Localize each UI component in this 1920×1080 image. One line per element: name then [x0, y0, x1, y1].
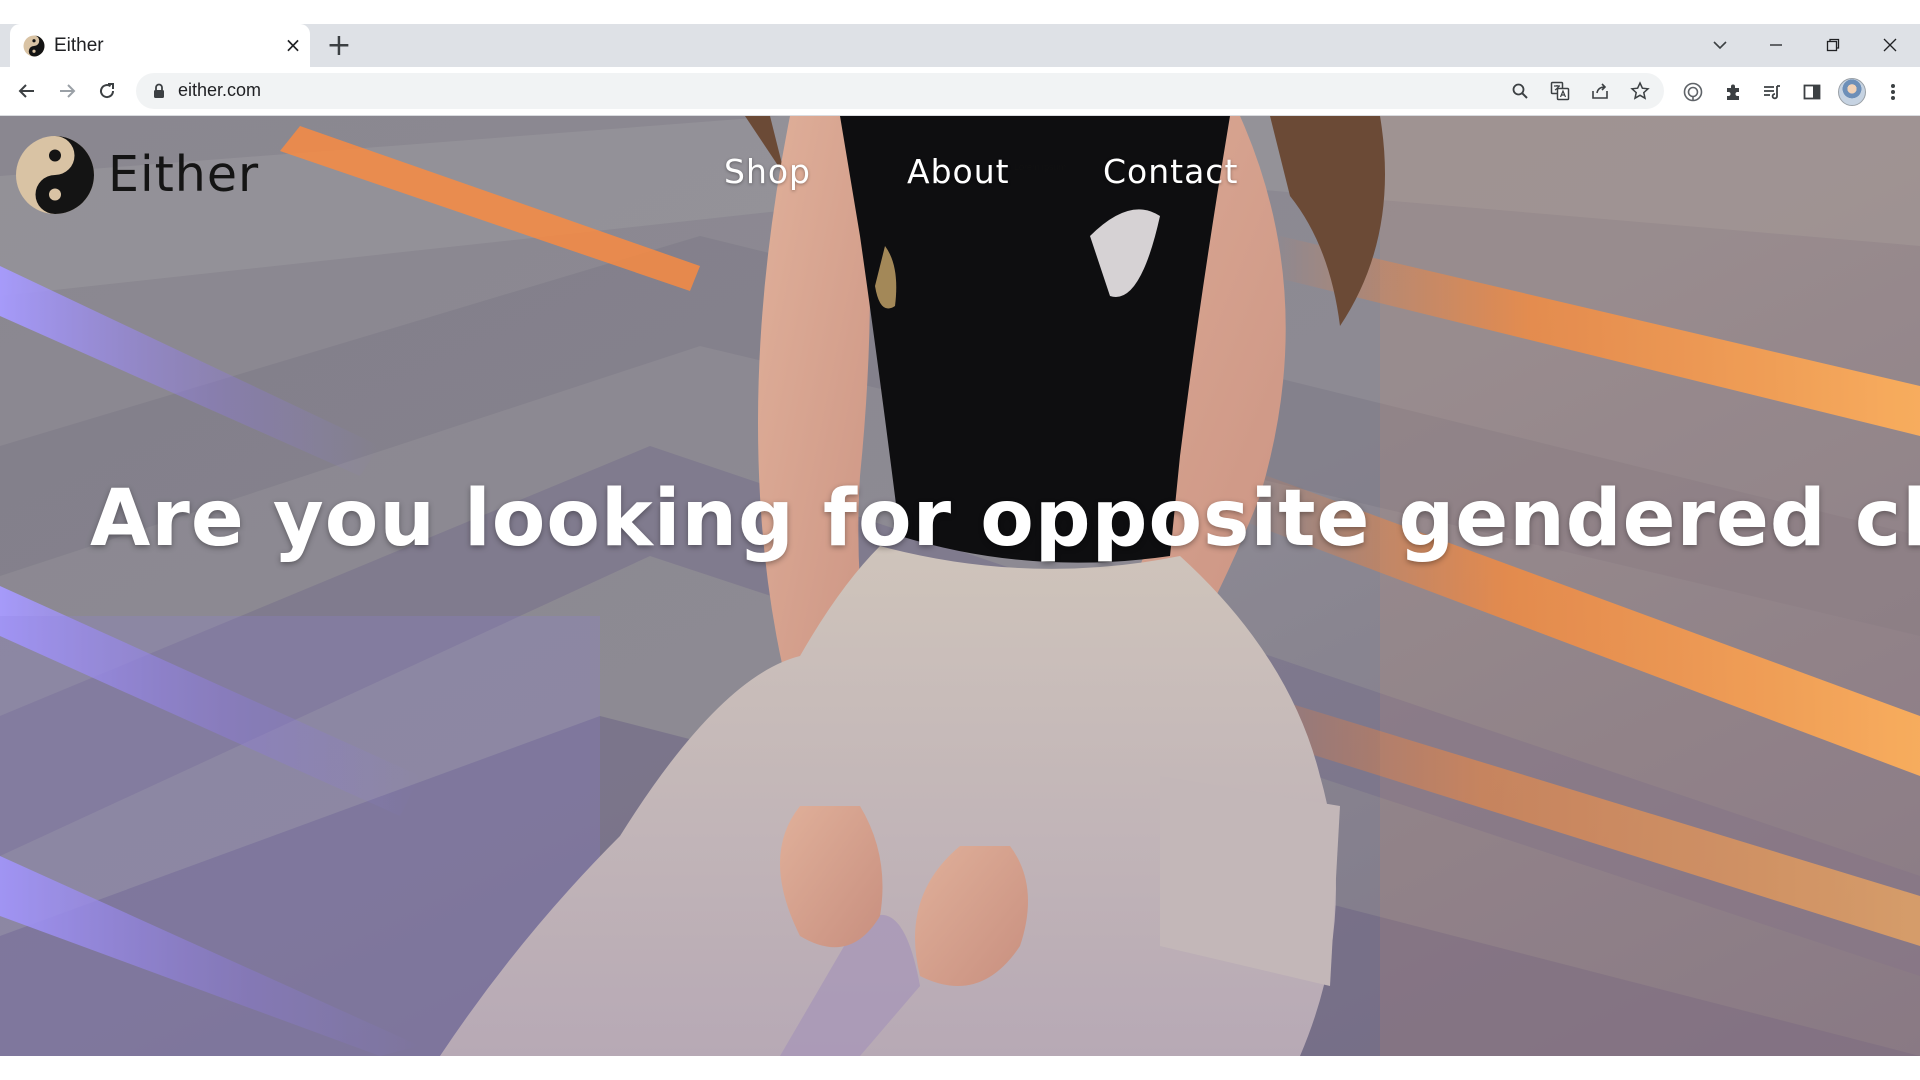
tab-title: Either — [54, 35, 104, 56]
reload-icon[interactable] — [89, 73, 125, 109]
nav-link-about[interactable]: About — [907, 152, 1010, 191]
translate-icon[interactable] — [1548, 79, 1572, 103]
yin-yang-logo-icon — [16, 136, 94, 214]
puzzle-icon[interactable] — [1718, 77, 1748, 107]
tab-close-icon[interactable]: × — [280, 32, 306, 58]
new-tab-button[interactable]: + — [322, 28, 356, 63]
tab-search-chevron-icon[interactable] — [1700, 28, 1740, 62]
side-panel-icon[interactable] — [1797, 77, 1827, 107]
profile-avatar[interactable] — [1838, 78, 1866, 106]
tab-strip: Either × + — [0, 24, 1920, 67]
browser-toolbar: either.com — [0, 67, 1920, 116]
yin-yang-favicon-icon — [23, 35, 45, 57]
close-window-icon[interactable] — [1870, 28, 1910, 62]
extension-icon[interactable] — [1678, 77, 1708, 107]
zoom-icon[interactable] — [1508, 79, 1532, 103]
brand-name[interactable]: Either — [108, 146, 259, 203]
nav-link-contact[interactable]: Contact — [1103, 152, 1238, 191]
address-bar[interactable]: either.com — [136, 73, 1664, 109]
reading-list-icon[interactable] — [1757, 77, 1787, 107]
share-icon[interactable] — [1588, 79, 1612, 103]
hero-headline: Are you looking for opposite gendered cl… — [90, 474, 1920, 564]
restore-icon[interactable] — [1813, 28, 1853, 62]
page-viewport: Either Shop About Lorem ipsum Contact Ar… — [0, 116, 1920, 1056]
url-text[interactable]: either.com — [178, 80, 261, 101]
bookmark-star-icon[interactable] — [1628, 79, 1652, 103]
hero-background-photo — [0, 116, 1920, 1056]
back-icon[interactable] — [9, 73, 45, 109]
nav-link-shop[interactable]: Shop — [724, 152, 811, 191]
menu-kebab-icon[interactable] — [1878, 77, 1908, 107]
browser-tab[interactable]: Either × — [10, 24, 310, 67]
lock-icon[interactable] — [150, 82, 168, 100]
tiny-overlay-text: Lorem ipsum — [1014, 162, 1067, 172]
forward-icon[interactable] — [49, 73, 85, 109]
minimize-icon[interactable] — [1756, 28, 1796, 62]
